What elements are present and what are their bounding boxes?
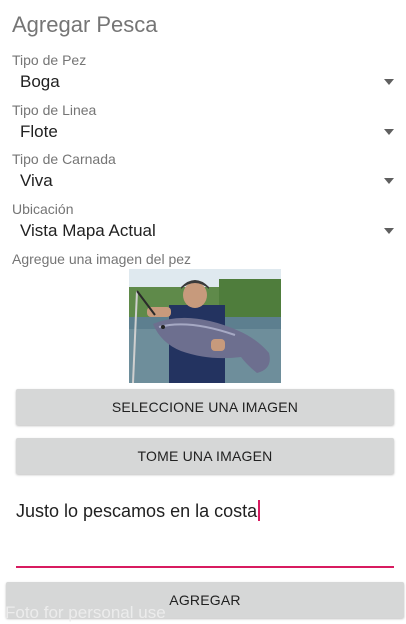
- page-title: Agregar Pesca: [12, 12, 158, 37]
- image-section-label: Agregue una imagen del pez: [12, 251, 192, 267]
- dropdown-arrow-icon: [384, 228, 394, 234]
- fish-type-label: Tipo de Pez: [12, 52, 87, 68]
- fish-photo: [129, 269, 281, 383]
- location-label: Ubicación: [12, 201, 74, 217]
- bait-type-label: Tipo de Carnada: [12, 151, 116, 167]
- bait-type-value: Viva: [20, 171, 53, 190]
- fish-type-dropdown[interactable]: Boga: [12, 68, 400, 98]
- dropdown-arrow-icon: [384, 178, 394, 184]
- line-type-value: Flote: [20, 122, 58, 141]
- fish-type-value: Boga: [20, 72, 60, 91]
- line-type-label: Tipo de Linea: [12, 102, 97, 118]
- text-cursor: [258, 500, 261, 521]
- watermark-text: Foto for personal use: [5, 603, 166, 622]
- line-type-dropdown[interactable]: Flote: [12, 118, 400, 148]
- add-catch-screen: Agregar Pesca Tipo de Pez Boga Tipo de L…: [0, 0, 406, 624]
- bait-type-dropdown[interactable]: Viva: [12, 167, 400, 197]
- comment-input[interactable]: Justo lo pescamos en la costa: [16, 496, 394, 568]
- comment-value: Justo lo pescamos en la costa: [16, 500, 261, 522]
- location-dropdown[interactable]: Vista Mapa Actual: [12, 217, 400, 247]
- select-image-button[interactable]: SELECCIONE UNA IMAGEN: [16, 389, 394, 425]
- take-image-button[interactable]: TOME UNA IMAGEN: [16, 438, 394, 474]
- dropdown-arrow-icon: [384, 129, 394, 135]
- input-underline: [16, 566, 394, 568]
- dropdown-arrow-icon: [384, 79, 394, 85]
- location-value: Vista Mapa Actual: [20, 221, 156, 240]
